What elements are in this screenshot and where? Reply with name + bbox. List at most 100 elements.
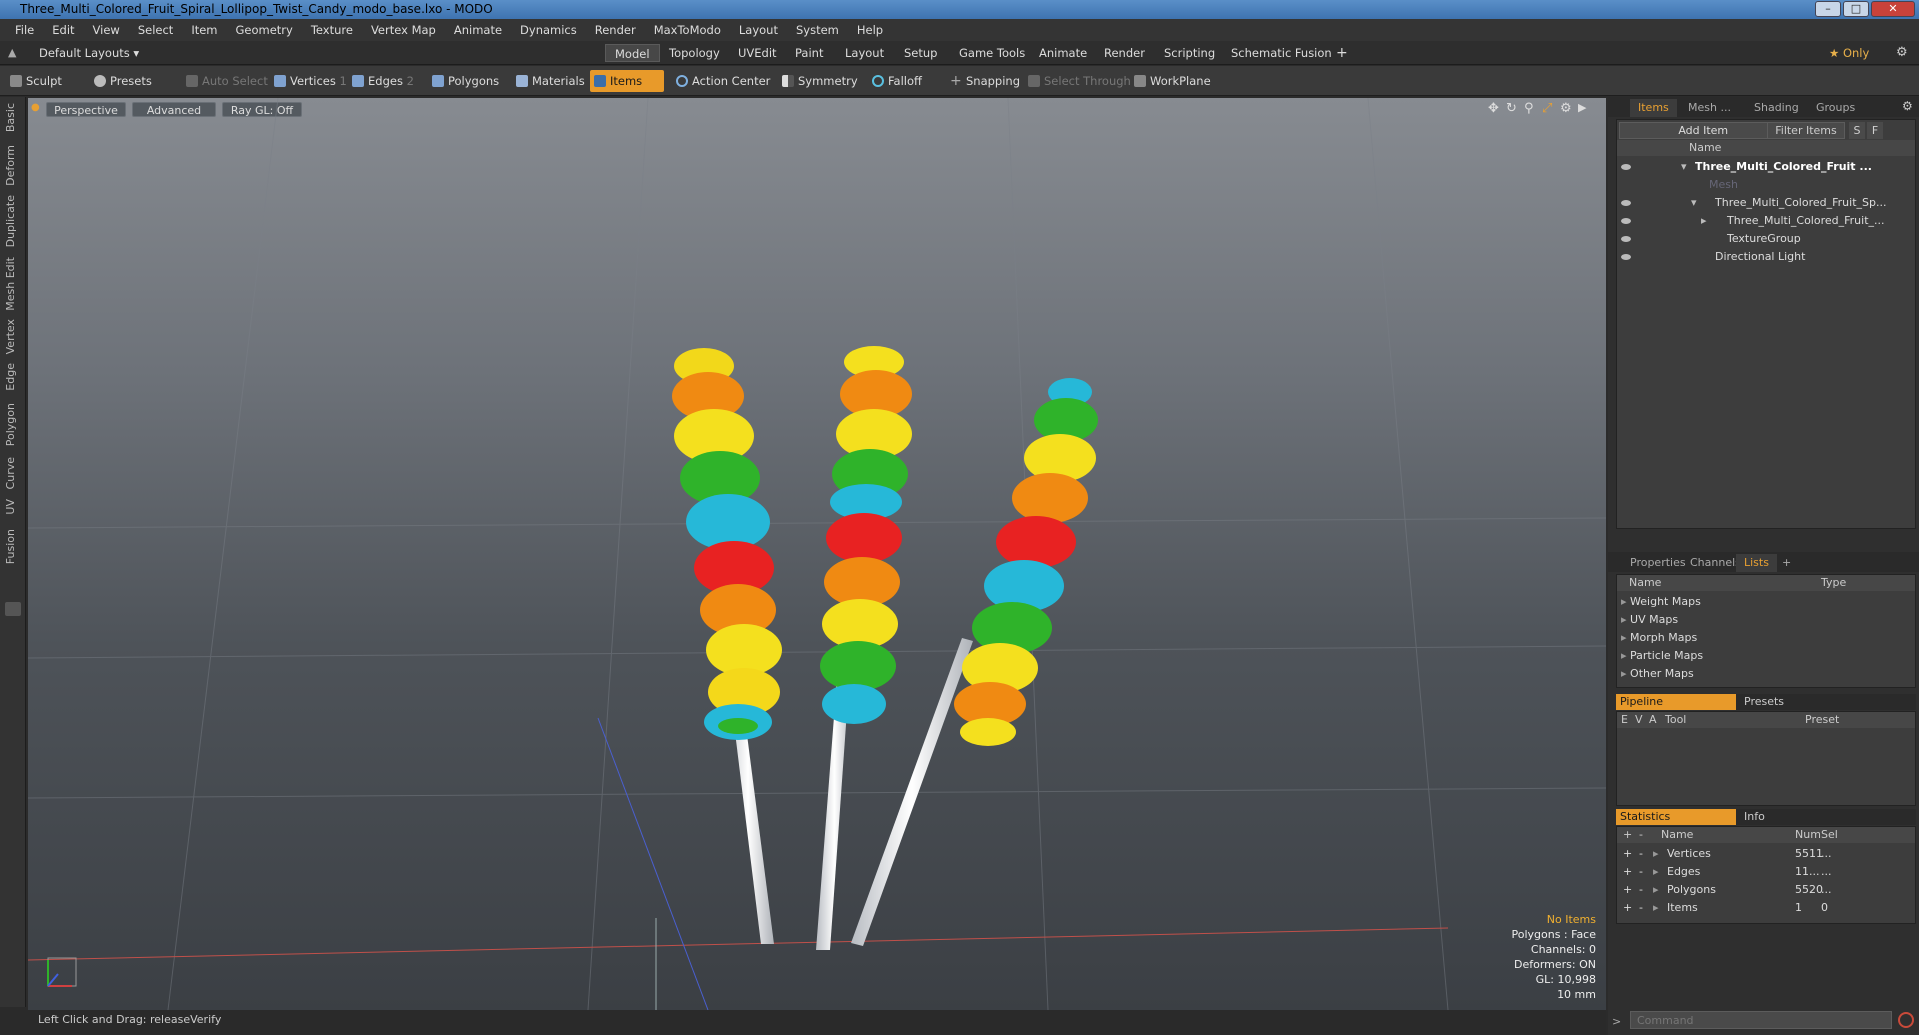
expand-icon[interactable]: + (1623, 881, 1632, 899)
tab-items[interactable]: Items (1630, 99, 1677, 117)
menu-system[interactable]: System (787, 23, 848, 37)
menu-geometry[interactable]: Geometry (227, 23, 302, 37)
menu-dynamics[interactable]: Dynamics (511, 23, 586, 37)
table-row[interactable]: + - ▸ Items 1 0 (1617, 899, 1915, 917)
tab-setup[interactable]: Setup (895, 44, 946, 62)
list-item[interactable]: ▸ UV Maps (1621, 611, 1678, 629)
tab-schematic-fusion[interactable]: Schematic Fusion (1222, 44, 1341, 62)
tree-row[interactable]: ▾ Three_Multi_Colored_Fruit ... (1617, 158, 1915, 176)
vtab-polygon[interactable]: Polygon (4, 403, 17, 446)
s-button[interactable]: S (1849, 122, 1865, 139)
list-item[interactable]: ▸ Other Maps (1621, 665, 1694, 683)
tab-pipeline[interactable]: Pipeline (1616, 694, 1736, 710)
table-row[interactable]: + - ▸ Vertices 5511 ... (1617, 845, 1915, 863)
menu-help[interactable]: Help (848, 23, 892, 37)
menu-animate[interactable]: Animate (445, 23, 511, 37)
minimize-button[interactable]: – (1815, 1, 1841, 17)
expand-arrow-icon[interactable]: ▾ (1691, 194, 1697, 212)
menu-view[interactable]: View (84, 23, 129, 37)
tab-layout[interactable]: Layout (836, 44, 893, 62)
vertices-button[interactable]: Vertices 1 (270, 70, 353, 92)
sculpt-button[interactable]: Sculpt (6, 70, 86, 92)
expand-icon[interactable]: + (1623, 899, 1632, 917)
falloff-button[interactable]: Falloff (868, 70, 928, 92)
tab-shading[interactable]: Shading (1746, 99, 1807, 117)
strip-toggle-button[interactable] (5, 602, 21, 616)
add-tab-button[interactable]: + (1774, 554, 1799, 572)
items-button[interactable]: Items (590, 70, 664, 92)
panel-settings-icon[interactable]: ⚙ (1902, 99, 1913, 113)
select-through-button[interactable]: Select Through (1024, 70, 1137, 92)
table-row[interactable]: + - ▸ Polygons 5520 ... (1617, 881, 1915, 899)
menu-item[interactable]: Item (182, 23, 226, 37)
vtab-basic[interactable]: Basic (4, 103, 17, 132)
tab-mesh[interactable]: Mesh ... (1680, 99, 1739, 117)
edges-button[interactable]: Edges 2 (348, 70, 420, 92)
eye-icon[interactable] (1621, 200, 1631, 206)
tab-lists[interactable]: Lists (1736, 554, 1777, 572)
f-button[interactable]: F (1867, 122, 1883, 139)
vtab-uv[interactable]: UV (4, 499, 17, 515)
expand-icon[interactable]: + (1623, 863, 1632, 881)
presets-button[interactable]: Presets F6 (90, 70, 170, 110)
tab-paint[interactable]: Paint (786, 44, 832, 62)
expand-all-icon[interactable]: + (1623, 827, 1632, 843)
collapse-icon[interactable]: - (1639, 863, 1643, 881)
vtab-fusion[interactable]: Fusion (4, 529, 17, 564)
menu-vertex-map[interactable]: Vertex Map (362, 23, 445, 37)
tree-row[interactable]: Mesh (1617, 176, 1915, 194)
tree-row[interactable]: Directional Light (1617, 248, 1915, 266)
record-icon[interactable] (1898, 1012, 1914, 1028)
snapping-button[interactable]: + Snapping (946, 70, 1026, 92)
only-toggle[interactable]: ★ Only (1820, 44, 1878, 62)
tab-statistics[interactable]: Statistics (1616, 809, 1736, 825)
3d-viewport[interactable]: ● Perspective Advanced Ray GL: Off ✥ ↻ ⚲… (28, 98, 1606, 1010)
tab-animate[interactable]: Animate (1030, 44, 1096, 62)
tab-uvedit[interactable]: UVEdit (729, 44, 786, 62)
vtab-mesh-edit[interactable]: Mesh Edit (4, 257, 17, 311)
tree-row[interactable]: ▸ Three_Multi_Colored_Fruit_... (1617, 212, 1915, 230)
command-input[interactable] (1630, 1011, 1892, 1029)
auto-select-button[interactable]: Auto Select (182, 70, 274, 92)
gear-icon[interactable]: ⚙ (1896, 45, 1908, 60)
menu-render[interactable]: Render (586, 23, 645, 37)
menu-texture[interactable]: Texture (302, 23, 362, 37)
menu-file[interactable]: File (6, 23, 43, 37)
list-item[interactable]: ▸ Morph Maps (1621, 629, 1697, 647)
tab-presets[interactable]: Presets (1740, 694, 1784, 710)
add-tab-button[interactable]: + (1327, 44, 1357, 62)
eye-icon[interactable] (1621, 236, 1631, 242)
collapse-all-icon[interactable]: - (1639, 827, 1643, 843)
expand-icon[interactable]: + (1623, 845, 1632, 863)
list-item[interactable]: ▸ Weight Maps (1621, 593, 1701, 611)
expand-arrow-icon[interactable]: ▾ (1681, 158, 1687, 176)
tab-info[interactable]: Info (1740, 809, 1765, 825)
vtab-vertex[interactable]: Vertex (4, 319, 17, 354)
tab-model[interactable]: Model (605, 44, 660, 62)
materials-button[interactable]: Materials (512, 70, 591, 92)
list-item[interactable]: ▸ Particle Maps (1621, 647, 1703, 665)
vtab-curve[interactable]: Curve (4, 457, 17, 489)
tree-row[interactable]: ▾ Three_Multi_Colored_Fruit_Sp... (1617, 194, 1915, 212)
tab-scripting[interactable]: Scripting (1155, 44, 1224, 62)
eye-icon[interactable] (1621, 218, 1631, 224)
polygons-button[interactable]: Polygons (428, 70, 505, 92)
eye-icon[interactable] (1621, 164, 1631, 170)
tab-groups[interactable]: Groups (1808, 99, 1863, 117)
close-button[interactable]: ✕ (1871, 1, 1915, 17)
table-row[interactable]: + - ▸ Edges 11... ... (1617, 863, 1915, 881)
collapse-icon[interactable]: - (1639, 899, 1643, 917)
maximize-button[interactable]: □ (1843, 1, 1869, 17)
collapse-icon[interactable]: - (1639, 845, 1643, 863)
menu-select[interactable]: Select (129, 23, 182, 37)
action-center-button[interactable]: Action Center (672, 70, 776, 92)
layout-preset-dropdown[interactable]: Default Layouts ▾ (30, 44, 148, 62)
tab-render[interactable]: Render (1095, 44, 1154, 62)
menu-maxtomodo[interactable]: MaxToModo (645, 23, 730, 37)
vtab-deform[interactable]: Deform (4, 145, 17, 186)
menu-edit[interactable]: Edit (43, 23, 83, 37)
filter-items-input[interactable]: Filter Items (1767, 122, 1845, 139)
layout-collapse-icon[interactable]: ▲ (8, 46, 16, 59)
vtab-duplicate[interactable]: Duplicate (4, 195, 17, 247)
vtab-edge[interactable]: Edge (4, 363, 17, 391)
